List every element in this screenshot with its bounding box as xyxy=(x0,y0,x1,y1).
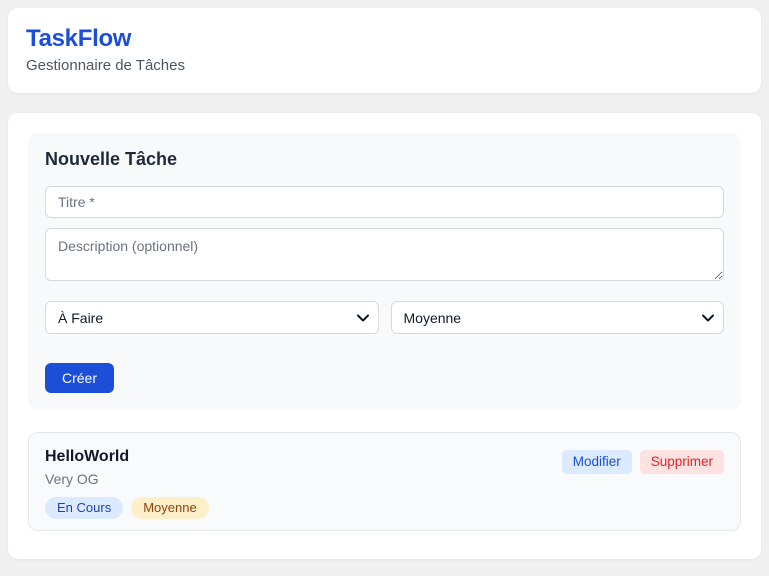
task-card: HelloWorld Very OG En Cours Moyenne Modi… xyxy=(28,432,741,531)
app-header: TaskFlow Gestionnaire de Tâches xyxy=(8,8,761,93)
new-task-form: Nouvelle Tâche À Faire Moyenne xyxy=(28,133,741,410)
form-heading: Nouvelle Tâche xyxy=(45,149,178,169)
task-info: HelloWorld Very OG En Cours Moyenne xyxy=(45,448,209,519)
priority-select-wrap: Moyenne xyxy=(390,301,724,334)
status-select[interactable]: À Faire xyxy=(45,301,379,334)
priority-select[interactable]: Moyenne xyxy=(390,301,724,334)
badges-row: En Cours Moyenne xyxy=(45,497,209,519)
status-badge: En Cours xyxy=(45,497,124,519)
task-actions: Modifier Supprimer xyxy=(561,448,724,474)
priority-badge: Moyenne xyxy=(131,497,209,519)
delete-task-button[interactable]: Supprimer xyxy=(639,450,724,474)
app-subtitle: Gestionnaire de Tâches xyxy=(26,56,185,74)
edit-task-button[interactable]: Modifier xyxy=(561,450,632,474)
task-description: Very OG xyxy=(45,471,99,487)
status-select-wrap: À Faire xyxy=(45,301,379,334)
app-title: TaskFlow xyxy=(26,25,132,52)
main-content: Nouvelle Tâche À Faire Moyenne xyxy=(8,113,761,559)
create-task-button[interactable]: Créer xyxy=(45,363,115,393)
task-title-input[interactable] xyxy=(45,186,724,218)
task-title: HelloWorld xyxy=(45,448,130,465)
selects-row: À Faire Moyenne xyxy=(45,301,724,334)
task-description-input[interactable] xyxy=(45,228,724,281)
